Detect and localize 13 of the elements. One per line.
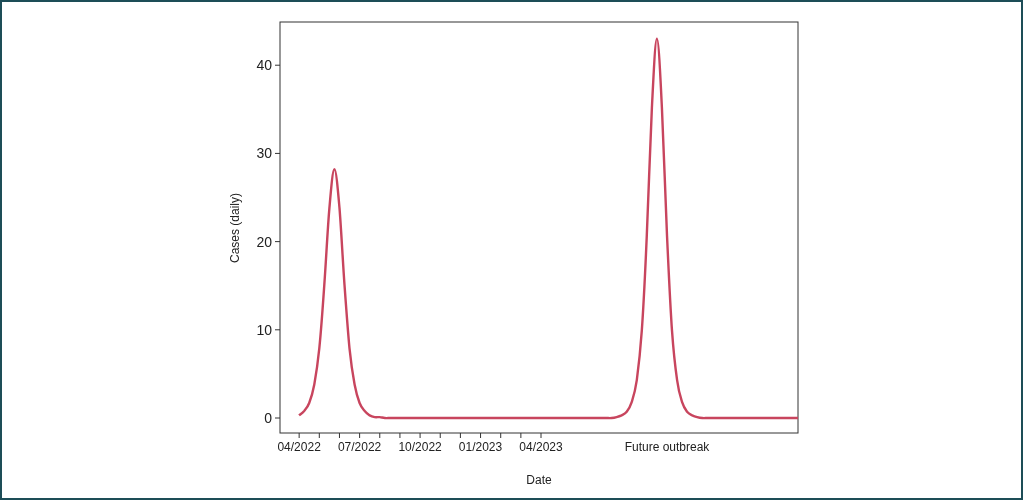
x-tick-label: 04/2023 [519, 440, 563, 454]
y-tick-label: 20 [256, 233, 272, 250]
x-tick-label: 04/2022 [277, 440, 321, 454]
x-tick-label: 10/2022 [398, 440, 442, 454]
x-tick-label: Future outbreak [624, 440, 710, 454]
y-axis-title: Cases (daily) [228, 193, 242, 263]
y-tick-label: 40 [256, 57, 272, 74]
y-tick-label: 0 [264, 410, 272, 426]
y-tick-label: 10 [256, 321, 272, 338]
x-axis-title: Date [526, 473, 552, 487]
x-tick-label: 01/2023 [458, 440, 503, 454]
x-tick-label: 07/2022 [337, 440, 382, 454]
y-tick-label: 30 [256, 145, 272, 162]
